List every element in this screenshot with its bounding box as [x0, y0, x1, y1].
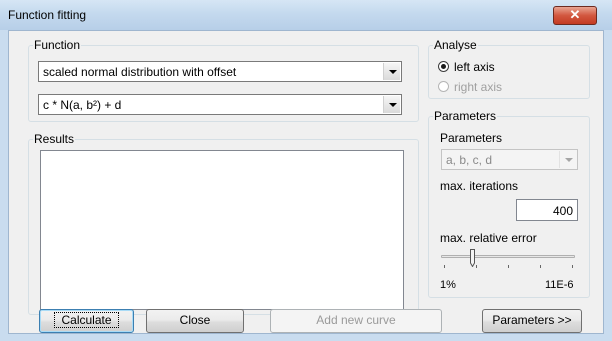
title-bar: Function fitting ✕	[0, 0, 612, 30]
max-iterations-input[interactable]: 400	[516, 199, 578, 221]
max-relative-error-label: max. relative error	[440, 231, 537, 245]
slider-tick	[572, 265, 573, 268]
analyse-group: Analyse	[428, 39, 590, 99]
relative-error-slider-thumb[interactable]	[470, 249, 476, 267]
calculate-button[interactable]: Calculate	[39, 309, 134, 333]
slider-tick	[444, 265, 445, 268]
window-title: Function fitting	[8, 8, 87, 22]
parameters-select-value: a, b, c, d	[446, 153, 493, 167]
results-textarea[interactable]	[40, 150, 404, 310]
chevron-down-icon[interactable]	[383, 96, 400, 113]
chevron-down-icon[interactable]	[383, 63, 400, 80]
parameters-label: Parameters	[440, 131, 503, 145]
parameters-more-label: Parameters >>	[492, 313, 572, 327]
function-group-legend: Function	[34, 38, 81, 52]
function-type-value: scaled normal distribution with offset	[43, 65, 237, 79]
function-formula-value: c * N(a, b²) + d	[43, 98, 122, 112]
relative-error-slider-track[interactable]	[441, 255, 575, 258]
right-axis-label: right axis	[454, 80, 503, 94]
radio-empty-icon	[438, 81, 449, 92]
max-iterations-value: 400	[552, 204, 573, 218]
close-button[interactable]: Close	[146, 309, 244, 333]
parameters-select: a, b, c, d	[441, 149, 578, 170]
calculate-button-label: Calculate	[54, 312, 119, 328]
max-iterations-label: max. iterations	[440, 179, 519, 193]
slider-tick	[476, 265, 477, 268]
results-group-legend: Results	[34, 132, 75, 146]
analyse-group-legend: Analyse	[434, 38, 477, 52]
window-close-button[interactable]: ✕	[553, 6, 597, 25]
close-x-icon: ✕	[569, 7, 581, 22]
add-new-curve-button: Add new curve	[270, 309, 442, 333]
chevron-down-icon	[559, 151, 576, 168]
parameters-more-button[interactable]: Parameters >>	[482, 309, 582, 333]
function-type-select[interactable]: scaled normal distribution with offset	[38, 61, 402, 82]
slider-min-label: 1%	[440, 279, 456, 291]
close-button-label: Close	[179, 313, 211, 327]
parameters-group-legend: Parameters	[434, 109, 497, 123]
function-formula-select[interactable]: c * N(a, b²) + d	[38, 94, 402, 115]
slider-tick	[508, 265, 509, 268]
radio-selected-icon	[438, 61, 449, 72]
add-new-curve-label: Add new curve	[316, 313, 396, 327]
left-axis-label: left axis	[454, 60, 495, 74]
slider-tick	[540, 265, 541, 268]
slider-max-label: 11E-6	[545, 279, 574, 291]
